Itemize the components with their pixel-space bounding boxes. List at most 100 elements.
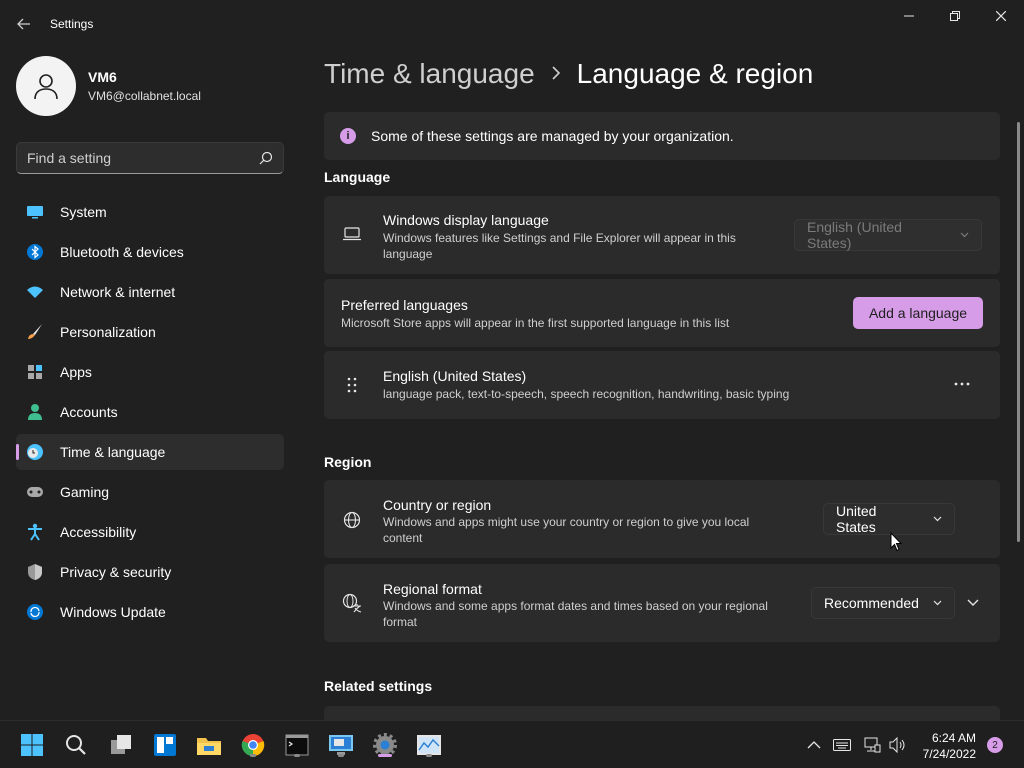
- sidebar-item-system[interactable]: System: [16, 194, 284, 230]
- globe-icon: [342, 510, 362, 530]
- search-icon: [66, 735, 86, 755]
- row-title: Country or region: [383, 497, 492, 513]
- start-button[interactable]: [17, 730, 47, 760]
- back-arrow-icon: [17, 18, 30, 30]
- remote-desktop-button[interactable]: [326, 730, 356, 760]
- regional-format-row[interactable]: Regional format Windows and some apps fo…: [324, 564, 1000, 642]
- preferred-languages-row: Preferred languages Microsoft Store apps…: [324, 279, 1000, 347]
- search-input[interactable]: [27, 150, 259, 166]
- widgets-button[interactable]: [150, 730, 180, 760]
- minimize-button[interactable]: [886, 0, 932, 32]
- section-title-language: Language: [324, 169, 391, 185]
- language-item-english[interactable]: English (United States) language pack, t…: [324, 351, 1000, 419]
- drag-handle-icon[interactable]: [342, 375, 362, 395]
- performance-monitor-button[interactable]: [414, 730, 444, 760]
- show-hidden-icons-button[interactable]: [804, 735, 824, 755]
- taskbar-clock[interactable]: 6:24 AM 7/24/2022: [914, 730, 976, 762]
- mouse-cursor-icon: [890, 532, 902, 552]
- section-title-region: Region: [324, 454, 372, 470]
- terminal-icon: [285, 734, 309, 756]
- minimize-icon: [904, 15, 914, 17]
- person-icon: [34, 74, 58, 100]
- sidebar-item-accounts[interactable]: Accounts: [16, 394, 284, 430]
- banner-text: Some of these settings are managed by yo…: [371, 128, 734, 144]
- clock-time: 6:24 AM: [931, 731, 976, 745]
- sidebar-item-windows-update[interactable]: Windows Update: [16, 594, 284, 630]
- chrome-button[interactable]: [238, 730, 268, 760]
- search-icon[interactable]: [259, 151, 273, 165]
- chart-app-icon: [417, 735, 441, 755]
- network-tray-button[interactable]: [862, 735, 882, 755]
- main-content: Time & language Language & region i Some…: [324, 48, 1000, 720]
- back-button[interactable]: [10, 12, 38, 36]
- dropdown-value: English (United States): [807, 219, 902, 251]
- gamepad-icon: [26, 483, 44, 501]
- breadcrumb: Time & language Language & region: [324, 58, 813, 90]
- sidebar-item-privacy[interactable]: Privacy & security: [16, 554, 284, 590]
- breadcrumb-parent[interactable]: Time & language: [324, 58, 535, 90]
- scrollbar[interactable]: [1017, 122, 1020, 542]
- sidebar-item-apps[interactable]: Apps: [16, 354, 284, 390]
- terminal-button[interactable]: [282, 730, 312, 760]
- restore-button[interactable]: [932, 0, 978, 32]
- section-title-related: Related settings: [324, 678, 433, 694]
- sidebar-item-label: Time & language: [60, 444, 166, 460]
- row-description: Windows features like Settings and File …: [383, 231, 736, 261]
- regional-format-dropdown[interactable]: Recommended: [811, 587, 955, 619]
- sidebar-item-label: Bluetooth & devices: [60, 244, 184, 260]
- running-indicator: [294, 754, 300, 757]
- notification-badge[interactable]: 2: [987, 737, 1003, 753]
- sidebar-item-label: Accessibility: [60, 524, 137, 540]
- sidebar-item-personalization[interactable]: Personalization: [16, 314, 284, 350]
- file-explorer-button[interactable]: [194, 730, 224, 760]
- more-options-button[interactable]: [954, 373, 970, 391]
- sidebar-item-accessibility[interactable]: Accessibility: [16, 514, 284, 550]
- remote-desktop-icon: [329, 735, 353, 755]
- chevron-down-icon: [933, 598, 942, 609]
- keyboard-tray-button[interactable]: [832, 735, 852, 755]
- related-settings-card[interactable]: [324, 706, 1000, 720]
- row-title: Preferred languages: [341, 297, 468, 313]
- chevron-down-icon: [960, 230, 969, 241]
- shield-icon: [26, 563, 44, 581]
- task-view-icon: [111, 735, 131, 754]
- taskbar-search-button[interactable]: [61, 730, 91, 760]
- display-language-row: Windows display language Windows feature…: [324, 196, 1000, 274]
- bluetooth-icon: [26, 243, 44, 261]
- sidebar-item-time-language[interactable]: Time & language: [16, 434, 284, 470]
- managed-info-banner: i Some of these settings are managed by …: [324, 112, 1000, 160]
- volume-tray-button[interactable]: [888, 735, 908, 755]
- widgets-icon: [154, 734, 176, 756]
- brush-icon: [26, 323, 44, 341]
- sidebar-item-label: Network & internet: [60, 284, 176, 300]
- more-icon: [954, 382, 970, 386]
- row-description: Windows and some apps format dates and t…: [383, 599, 768, 629]
- sidebar-item-bluetooth[interactable]: Bluetooth & devices: [16, 234, 284, 270]
- task-view-button[interactable]: [106, 730, 136, 760]
- network-icon: [864, 737, 881, 753]
- country-dropdown[interactable]: United States: [823, 503, 955, 535]
- sidebar: VM6 VM6@collabnet.local System Bluetooth…: [0, 48, 300, 720]
- display-language-dropdown[interactable]: English (United States): [794, 219, 982, 251]
- page-title: Language & region: [576, 58, 814, 89]
- avatar: [16, 56, 76, 116]
- dropdown-value: Recommended: [824, 595, 919, 611]
- add-language-button[interactable]: Add a language: [853, 297, 983, 329]
- title-bar: Settings: [0, 0, 1024, 48]
- user-email: VM6@collabnet.local: [88, 89, 201, 103]
- close-button[interactable]: [978, 0, 1024, 32]
- windows-logo-icon: [21, 734, 43, 756]
- sidebar-item-network[interactable]: Network & internet: [16, 274, 284, 310]
- close-icon: [996, 11, 1006, 21]
- row-description: Microsoft Store apps will appear in the …: [341, 316, 730, 330]
- sidebar-item-label: System: [60, 204, 107, 220]
- user-profile[interactable]: VM6 VM6@collabnet.local: [16, 56, 201, 116]
- folder-icon: [197, 738, 221, 755]
- restore-icon: [950, 11, 960, 21]
- settings-taskbar-button[interactable]: [370, 730, 400, 760]
- sidebar-item-gaming[interactable]: Gaming: [16, 474, 284, 510]
- chevron-right-icon: [551, 63, 561, 86]
- expand-button[interactable]: [966, 595, 980, 613]
- search-box[interactable]: [16, 142, 284, 174]
- row-title: English (United States): [383, 368, 527, 384]
